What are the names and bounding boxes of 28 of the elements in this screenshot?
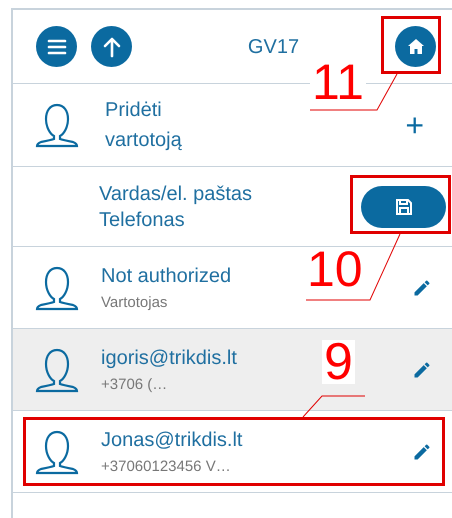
user-icon xyxy=(35,102,79,148)
add-user-label[interactable]: Pridėti vartotoją xyxy=(105,95,215,155)
user-name: Not authorized xyxy=(101,264,232,288)
save-button[interactable] xyxy=(361,186,446,228)
user-icon xyxy=(35,346,79,392)
user-detail: +37060123456 V… xyxy=(101,456,231,476)
pencil-icon[interactable] xyxy=(412,360,432,380)
phone-label: Telefonas xyxy=(99,208,186,232)
menu-button[interactable] xyxy=(36,26,77,67)
add-button[interactable]: + xyxy=(405,109,424,141)
arrow-up-icon xyxy=(102,36,122,58)
leader-line xyxy=(302,396,366,418)
user-name: igoris@trikdis.lt xyxy=(101,346,237,370)
screen-title: GV17 xyxy=(246,34,300,60)
callout-number: 9 xyxy=(322,340,355,384)
pencil-icon[interactable] xyxy=(412,278,432,298)
name-label: Vardas/el. paštas xyxy=(99,182,254,206)
menu-icon xyxy=(46,38,66,54)
user-detail: +3706 (… xyxy=(101,374,168,394)
user-name: Jonas@trikdis.lt xyxy=(101,428,242,452)
user-icon xyxy=(35,428,79,474)
user-icon xyxy=(35,264,79,310)
callout-frame xyxy=(381,16,441,74)
user-detail: Vartotojas xyxy=(101,292,168,312)
pencil-icon[interactable] xyxy=(412,442,432,462)
home-icon xyxy=(408,39,424,54)
home-button[interactable] xyxy=(395,26,436,67)
up-button[interactable] xyxy=(91,26,132,67)
